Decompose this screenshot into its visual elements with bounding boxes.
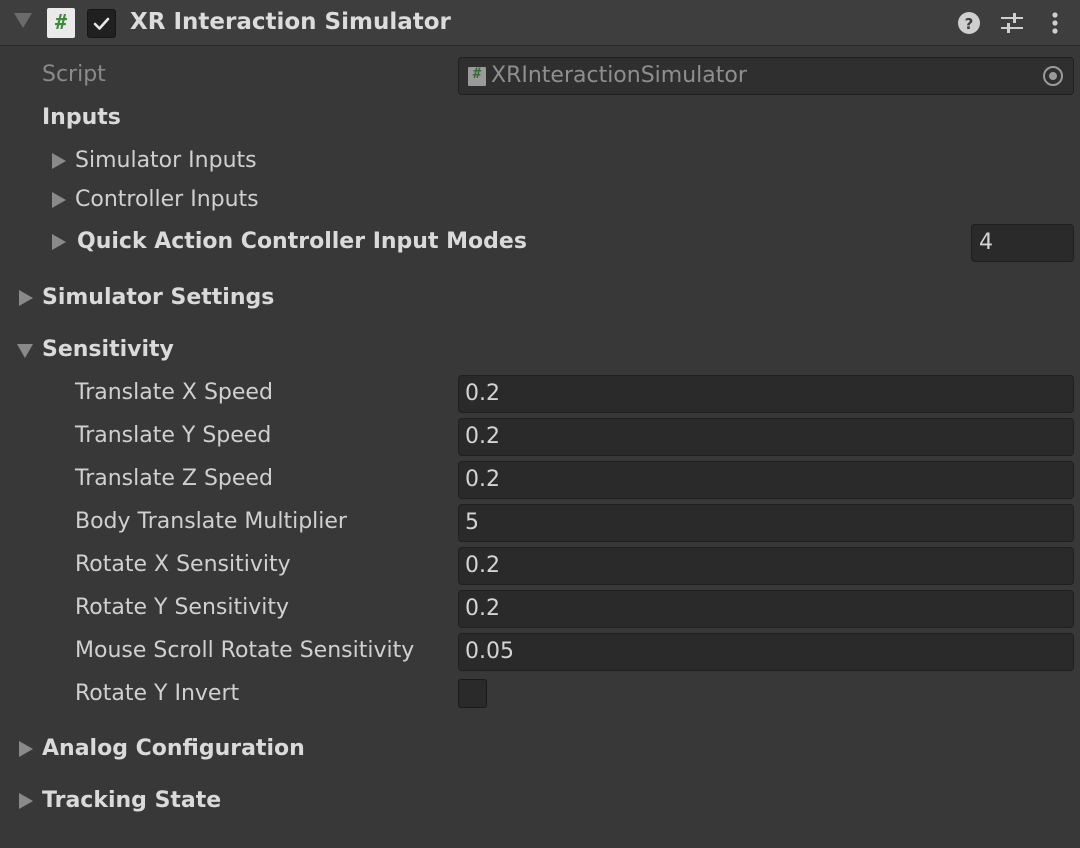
rotate-x-sensitivity-input[interactable]: 0.2 [458, 547, 1074, 585]
preset-sliders-icon[interactable] [998, 8, 1026, 38]
field-label: Mouse Scroll Rotate Sensitivity [75, 638, 415, 663]
controller-inputs-foldout[interactable]: Controller Inputs [0, 180, 1080, 220]
rotate-y-sensitivity-input[interactable]: 0.2 [458, 590, 1074, 628]
kebab-menu-icon[interactable] [1041, 8, 1069, 38]
foldout-arrow-icon[interactable] [52, 192, 66, 208]
mouse-scroll-rotate-sensitivity-row: Mouse Scroll Rotate Sensitivity 0.05 [0, 631, 1080, 671]
sensitivity-foldout[interactable]: Sensitivity [0, 330, 1080, 370]
script-label: Script [42, 62, 106, 87]
component-enabled-checkbox[interactable] [87, 9, 116, 38]
checkmark-icon [93, 17, 110, 30]
object-picker-icon[interactable] [1043, 66, 1063, 86]
analog-configuration-foldout[interactable]: Analog Configuration [0, 729, 1080, 769]
array-size-field[interactable]: 4 [971, 224, 1074, 262]
help-icon[interactable]: ? [955, 8, 983, 38]
translate-y-speed-row: Translate Y Speed 0.2 [0, 416, 1080, 456]
field-label: Translate Z Speed [75, 466, 273, 491]
translate-z-speed-input[interactable]: 0.2 [458, 461, 1074, 499]
foldout-arrow-icon[interactable] [19, 290, 33, 306]
field-label: Rotate Y Invert [75, 681, 240, 706]
body-translate-multiplier-input[interactable]: 5 [458, 504, 1074, 542]
inputs-header: Inputs [0, 98, 1080, 138]
script-row: Script # XRInteractionSimulator [0, 55, 1080, 95]
simulator-inputs-foldout[interactable]: Simulator Inputs [0, 141, 1080, 181]
foldout-arrow-icon[interactable] [52, 153, 66, 169]
field-label: Rotate Y Sensitivity [75, 595, 289, 620]
rotate-y-invert-row: Rotate Y Invert [0, 674, 1080, 714]
simulator-settings-foldout[interactable]: Simulator Settings [0, 278, 1080, 318]
field-label: Translate Y Speed [75, 423, 272, 448]
fold-down-icon[interactable] [14, 13, 32, 28]
script-asset-icon: # [468, 66, 486, 86]
analog-configuration-label: Analog Configuration [42, 736, 305, 761]
translate-x-speed-input[interactable]: 0.2 [458, 375, 1074, 413]
tracking-state-label: Tracking State [42, 788, 222, 813]
component-header[interactable]: # XR Interaction Simulator ? [0, 0, 1080, 46]
foldout-arrow-icon[interactable] [19, 793, 33, 809]
foldout-arrow-icon[interactable] [19, 741, 33, 757]
sensitivity-label: Sensitivity [42, 337, 174, 362]
tracking-state-foldout[interactable]: Tracking State [0, 781, 1080, 821]
svg-text:?: ? [965, 15, 974, 33]
quick-action-modes-foldout[interactable]: Quick Action Controller Input Modes 4 [0, 222, 1080, 262]
translate-z-speed-row: Translate Z Speed 0.2 [0, 459, 1080, 499]
script-value: XRInteractionSimulator [491, 63, 747, 88]
script-object-field[interactable]: # XRInteractionSimulator [458, 57, 1074, 95]
script-icon: # [47, 8, 75, 38]
foldout-expanded-arrow-icon[interactable] [17, 344, 33, 358]
rotate-y-invert-checkbox[interactable] [458, 679, 487, 708]
component-title: XR Interaction Simulator [130, 9, 451, 35]
body-translate-multiplier-row: Body Translate Multiplier 5 [0, 502, 1080, 542]
mouse-scroll-rotate-sensitivity-input[interactable]: 0.05 [458, 633, 1074, 671]
foldout-arrow-icon[interactable] [52, 234, 66, 250]
rotate-y-sensitivity-row: Rotate Y Sensitivity 0.2 [0, 588, 1080, 628]
simulator-inputs-label: Simulator Inputs [75, 148, 257, 173]
quick-action-modes-label: Quick Action Controller Input Modes [77, 229, 527, 254]
field-label: Translate X Speed [75, 380, 273, 405]
rotate-x-sensitivity-row: Rotate X Sensitivity 0.2 [0, 545, 1080, 585]
inspector-component-panel: # XR Interaction Simulator ? Script # XR… [0, 0, 1080, 848]
translate-x-speed-row: Translate X Speed 0.2 [0, 373, 1080, 413]
controller-inputs-label: Controller Inputs [75, 187, 259, 212]
inputs-label: Inputs [42, 105, 121, 130]
field-label: Body Translate Multiplier [75, 509, 347, 534]
translate-y-speed-input[interactable]: 0.2 [458, 418, 1074, 456]
simulator-settings-label: Simulator Settings [42, 285, 275, 310]
field-label: Rotate X Sensitivity [75, 552, 291, 577]
